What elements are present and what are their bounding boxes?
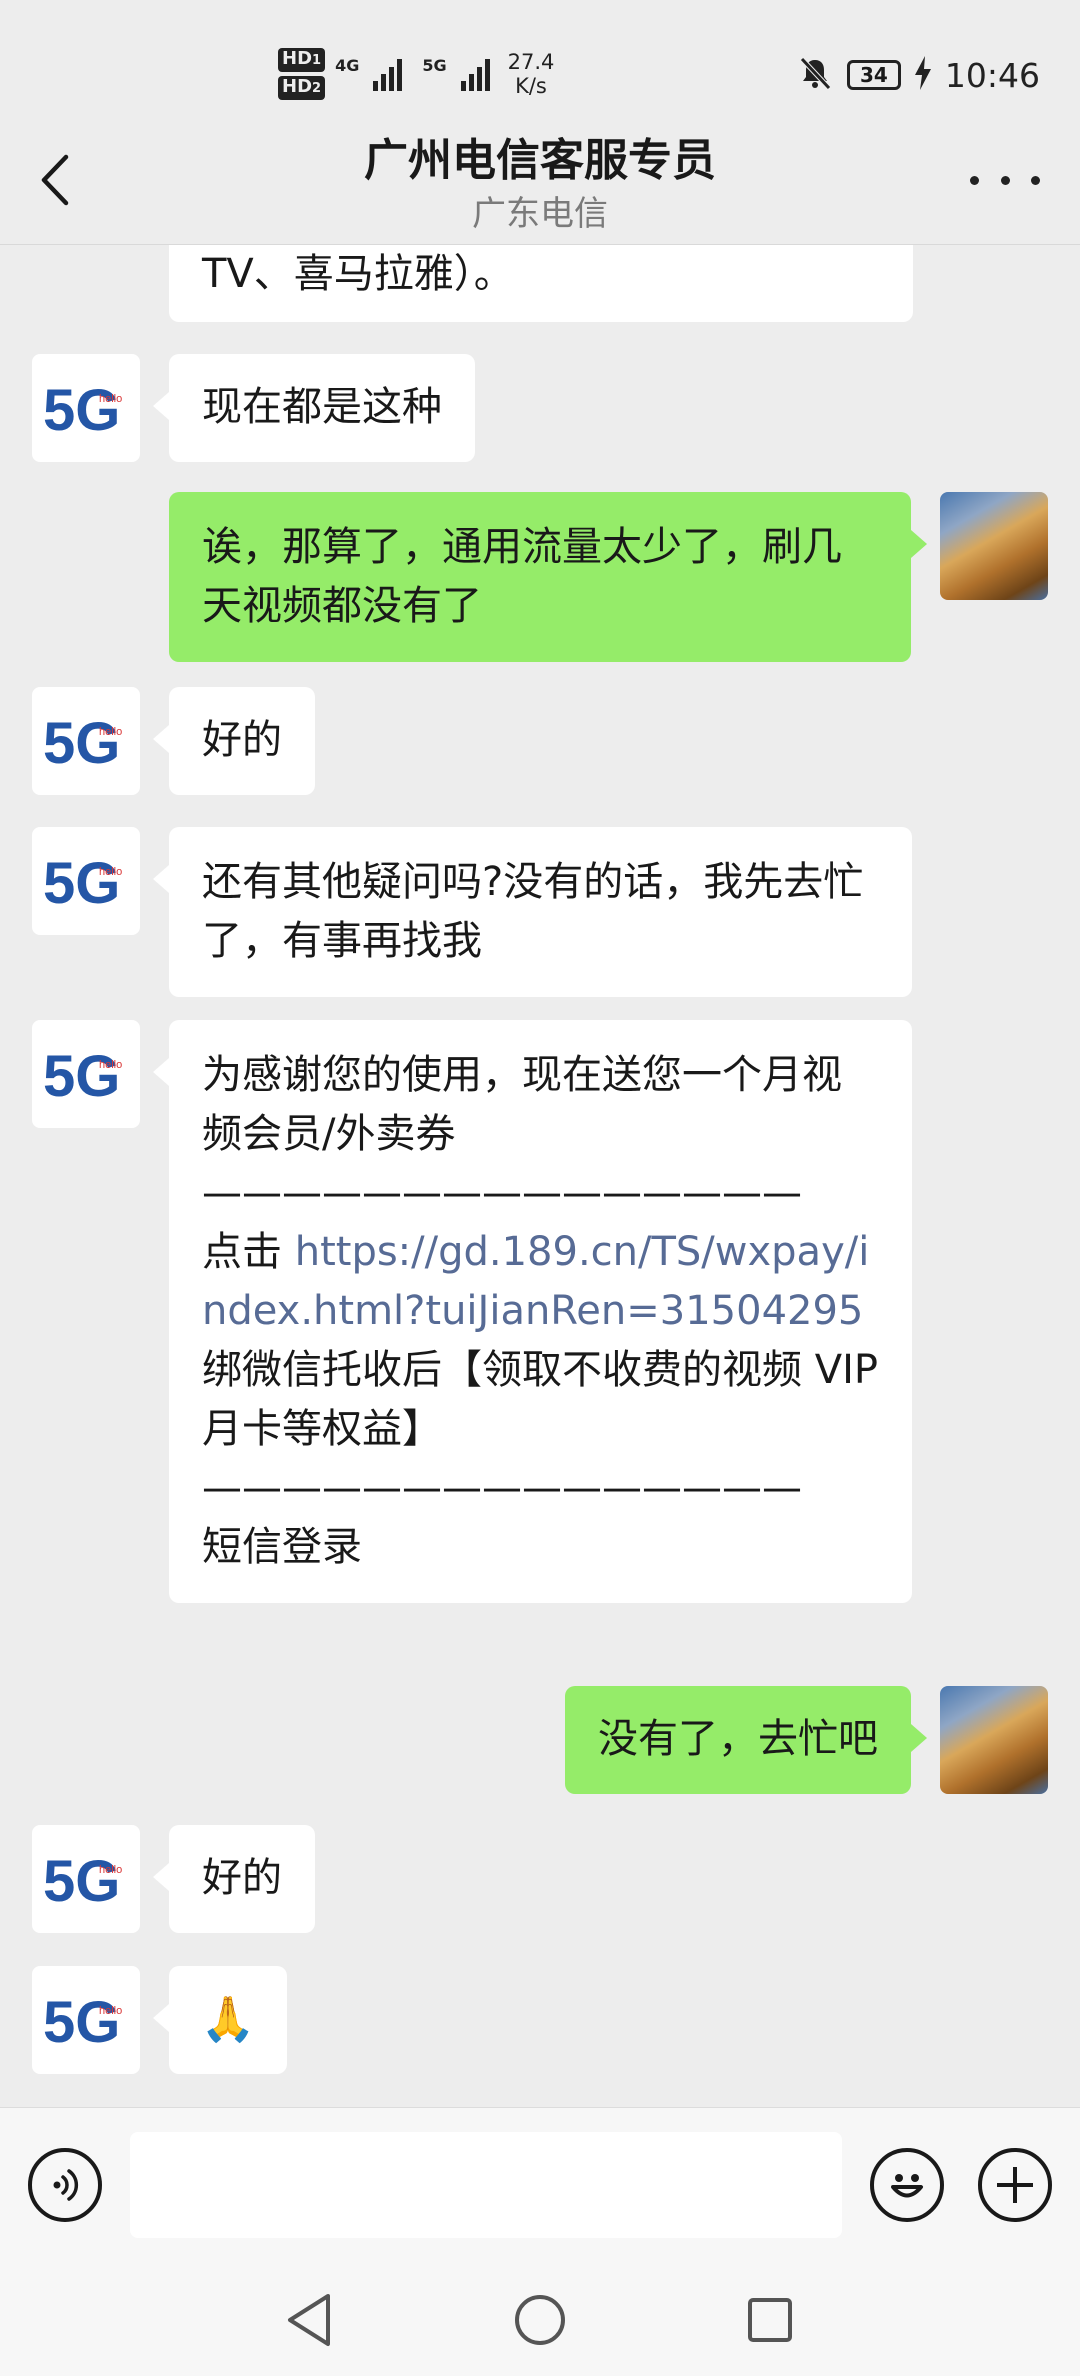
service-avatar[interactable]: 5G hello	[32, 827, 140, 935]
more-dot-icon	[970, 175, 979, 185]
message-text-input[interactable]	[130, 2132, 842, 2238]
message-bubble[interactable]: TV、喜马拉雅）。	[169, 245, 913, 322]
signal-icon-1	[373, 57, 403, 91]
chat-title: 广州电信客服专员	[364, 135, 716, 186]
message-bubble[interactable]: 还有其他疑问吗?没有的话，我先去忙了，有事再找我	[153, 827, 912, 997]
signal-icon-2	[460, 57, 490, 91]
promo-message-bubble[interactable]: 为感谢您的使用，现在送您一个月视频会员/外卖券 ——————————————— …	[153, 1020, 912, 1603]
message-bubble[interactable]: 没有了，去忙吧	[565, 1686, 927, 1794]
network-type-1: 4G	[335, 56, 360, 75]
svg-text:hello: hello	[99, 1059, 122, 1071]
more-options-button[interactable]	[970, 160, 1040, 200]
svg-text:hello: hello	[99, 393, 122, 405]
nav-back-button[interactable]	[274, 2285, 344, 2355]
chat-message-list[interactable]: TV、喜马拉雅）。 5G hello 现在都是这种 诶，那算了，通用流量太少了，…	[0, 245, 1080, 2107]
battery-indicator: 34	[846, 60, 901, 90]
promo-after-link: 绑微信托收后【领取不收费的视频 VIP 月卡等权益】	[202, 1347, 878, 1452]
svg-text:5G: 5G	[43, 711, 120, 771]
more-functions-button[interactable]	[978, 2148, 1052, 2222]
chat-header: 广州电信客服专员 广东电信	[0, 110, 1080, 245]
divider-text: ———————————————	[202, 1170, 802, 1216]
sms-login-text: 短信登录	[202, 1524, 362, 1570]
more-dot-icon	[1031, 175, 1040, 185]
message-bubble[interactable]: 诶，那算了，通用流量太少了，刷几天视频都没有了	[169, 492, 927, 662]
service-avatar[interactable]: 5G hello	[32, 1966, 140, 2074]
status-left-group: HD1 HD2 4G 5G 27.4 K/s	[278, 42, 554, 106]
service-avatar[interactable]: 5G hello	[32, 687, 140, 795]
divider-text: ———————————————	[202, 1465, 802, 1511]
svg-text:5G: 5G	[43, 378, 120, 438]
svg-text:hello: hello	[99, 726, 122, 738]
system-navigation-bar	[0, 2263, 1080, 2376]
emoji-button[interactable]	[870, 2148, 944, 2222]
promo-link[interactable]: https://gd.189.cn/TS/wxpay/index.html?tu…	[202, 1229, 869, 1334]
network-type-2: 5G	[422, 56, 447, 75]
service-avatar[interactable]: 5G hello	[32, 1020, 140, 1128]
hd1-badge: HD1	[278, 48, 326, 72]
svg-text:hello: hello	[99, 1864, 122, 1876]
hd2-badge: HD2	[278, 76, 326, 100]
svg-text:5G: 5G	[43, 1044, 120, 1104]
service-avatar[interactable]: 5G hello	[32, 1825, 140, 1933]
message-input-bar	[0, 2107, 1080, 2263]
click-prefix: 点击	[202, 1229, 295, 1275]
svg-text:hello: hello	[99, 866, 122, 878]
speed-value: 27.4	[507, 50, 555, 74]
svg-text:hello: hello	[99, 2005, 122, 2017]
promo-link-paragraph: 点击 https://gd.189.cn/TS/wxpay/index.html…	[202, 1223, 879, 1459]
status-right-group: 34 10:46	[797, 50, 1040, 100]
user-avatar[interactable]	[940, 1686, 1048, 1794]
clock: 10:46	[944, 55, 1040, 95]
svg-text:5G: 5G	[43, 1990, 120, 2050]
hd-indicators: HD1 HD2	[278, 48, 326, 100]
charging-icon	[914, 56, 931, 94]
praying-hands-emoji: 🙏	[200, 1994, 256, 2045]
message-bubble[interactable]: 好的	[153, 1825, 315, 1933]
voice-wave-icon	[53, 2169, 79, 2201]
network-speed: 27.4 K/s	[508, 50, 555, 98]
promo-intro: 为感谢您的使用，现在送您一个月视频会员/外卖券	[202, 1052, 842, 1157]
svg-text:5G: 5G	[43, 1849, 120, 1909]
svg-text:5G: 5G	[43, 851, 120, 911]
more-dot-icon	[1000, 175, 1010, 185]
plus-icon	[997, 2167, 1033, 2203]
triangle-back-icon	[288, 2294, 330, 2346]
nav-recents-button[interactable]	[735, 2285, 805, 2355]
square-recents-icon	[748, 2298, 792, 2342]
bell-muted-icon	[797, 55, 833, 95]
nav-home-button[interactable]	[505, 2285, 575, 2355]
message-bubble[interactable]: 好的	[153, 687, 315, 795]
circle-home-icon	[515, 2295, 565, 2345]
message-bubble[interactable]: 现在都是这种	[153, 354, 475, 462]
smiley-icon	[891, 2174, 923, 2198]
service-avatar[interactable]: 5G hello	[32, 354, 140, 462]
chat-subtitle: 广东电信	[472, 194, 608, 234]
voice-input-button[interactable]	[28, 2148, 102, 2222]
emoji-message-bubble[interactable]: 🙏	[153, 1966, 287, 2074]
user-avatar[interactable]	[940, 492, 1048, 600]
speed-unit: K/s	[515, 74, 547, 98]
